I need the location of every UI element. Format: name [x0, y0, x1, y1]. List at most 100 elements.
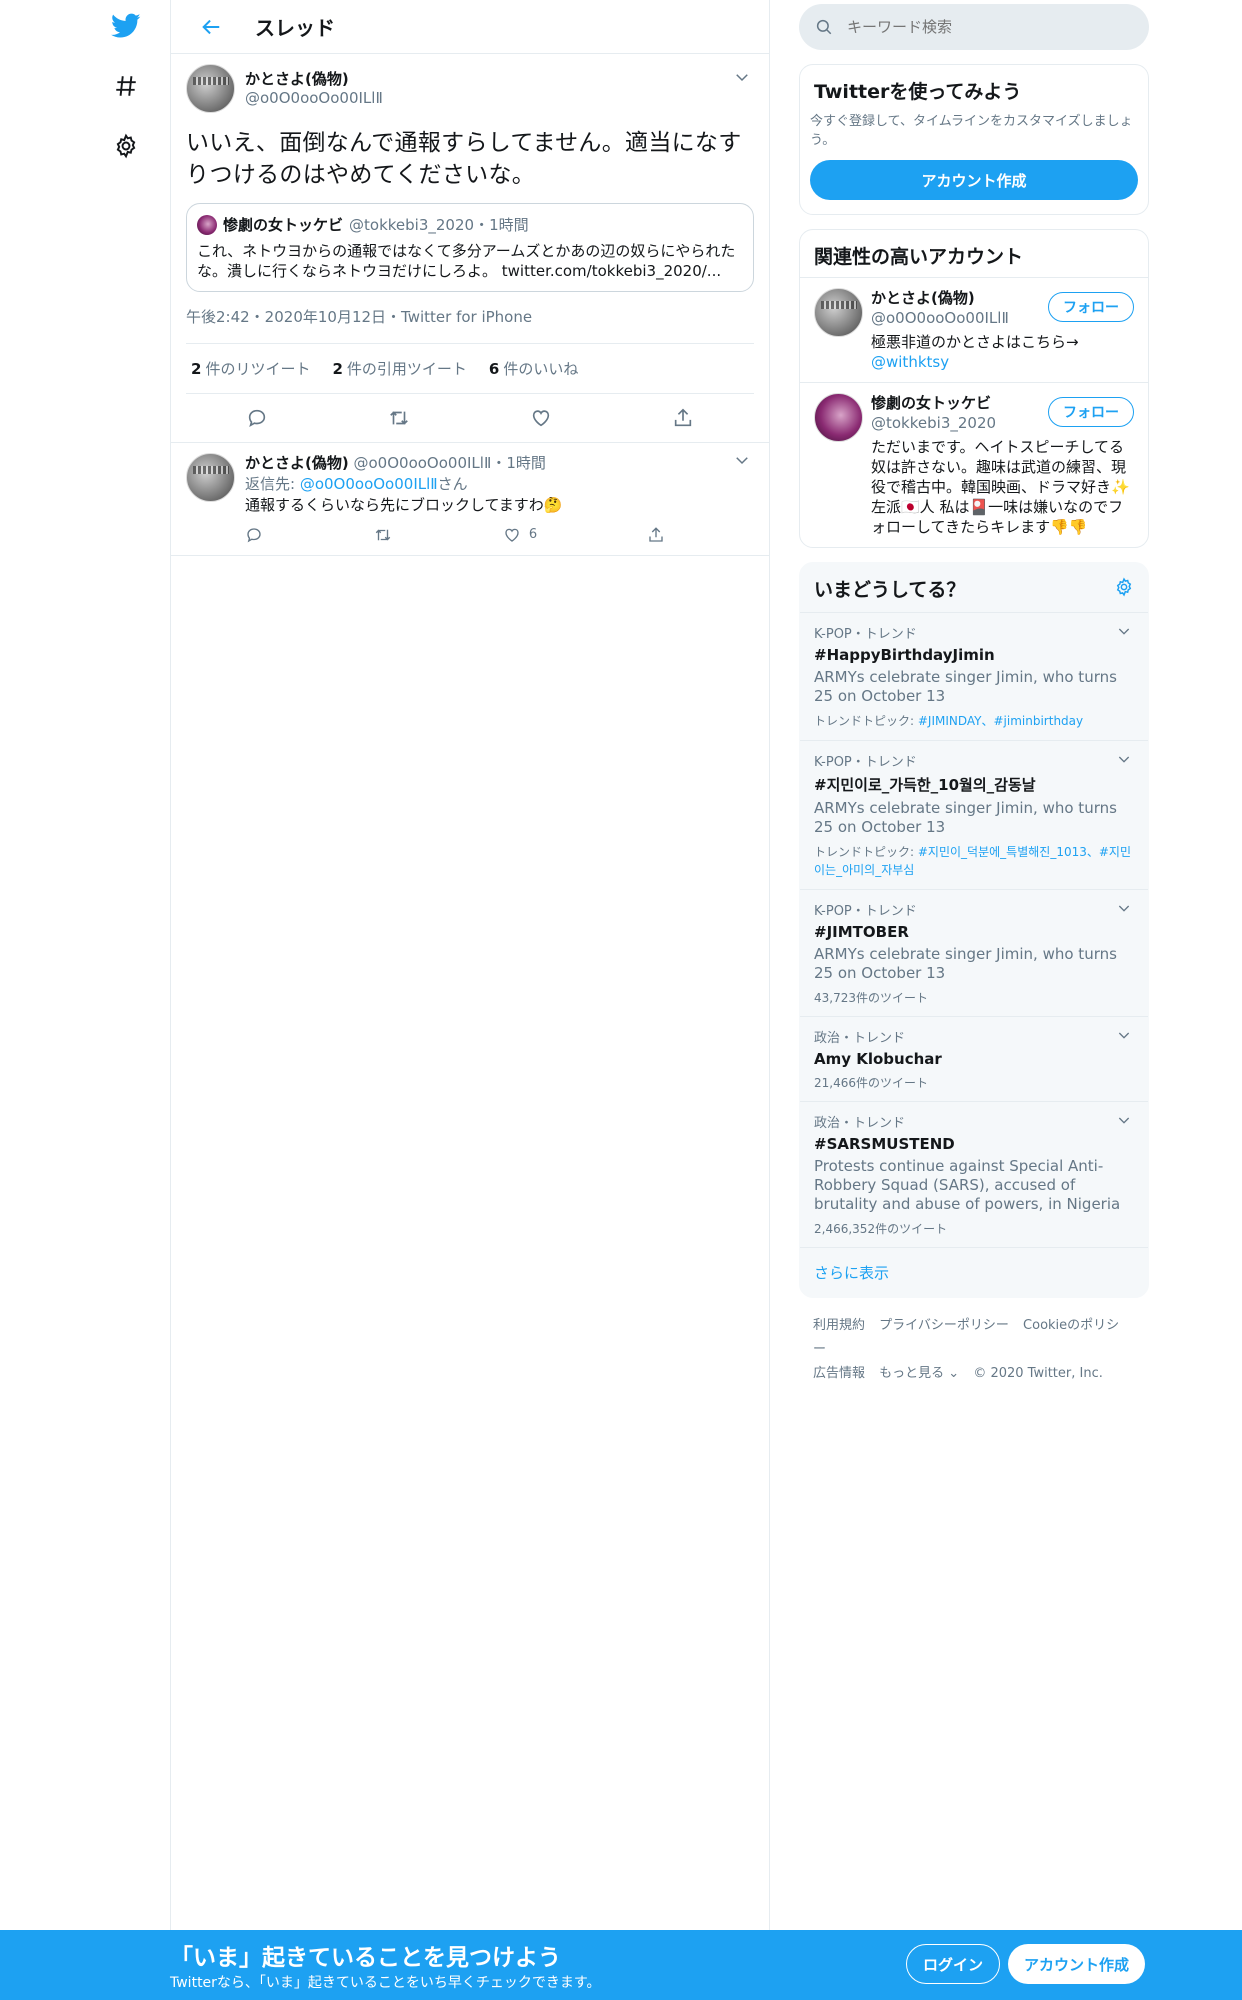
twitter-logo-icon[interactable] [106, 6, 146, 46]
share-icon[interactable] [663, 398, 703, 438]
footer-link[interactable]: プライバシーポリシー [879, 1318, 1009, 1333]
reply-to-handle[interactable]: @o0O0ooOo00ILlⅡ [300, 475, 438, 493]
follow-button[interactable]: フォロー [1048, 397, 1134, 427]
create-account-button[interactable]: アカウント作成 [810, 160, 1138, 200]
reply-time[interactable]: ・1時間 [491, 454, 546, 472]
reply-actions: 6 [245, 524, 665, 545]
trend-count: 21,466件のツイート [814, 1076, 928, 1090]
trend-item[interactable]: K-POP・トレンド #HappyBirthdayJimin ARMYs cel… [800, 613, 1148, 741]
signup-banner: 「いま」起きていることを見つけよう Twitterなら、「いま」起きていることを… [0, 1930, 1242, 2000]
chevron-down-icon[interactable] [1116, 1112, 1134, 1130]
quote-time: ・1時間 [474, 216, 529, 234]
stat-retweets[interactable]: 2 件のリツイート [191, 358, 310, 379]
back-arrow-icon[interactable] [191, 7, 231, 47]
search-bar[interactable] [799, 4, 1149, 50]
author-handle[interactable]: @o0O0ooOo00ILlⅡ [245, 89, 383, 107]
trend-desc: Protests continue against Special Anti-R… [814, 1157, 1121, 1213]
trend-item[interactable]: 政治・トレンド Amy Klobuchar 21,466件のツイート [800, 1017, 1148, 1102]
trend-topics: トレンドトピック: #JIMINDAY、#jiminbirthday [814, 714, 1084, 728]
tweet-timestamp[interactable]: 午後2:42・2020年10月12日・Twitter for iPhone [186, 306, 754, 344]
signup-desc: 今すぐ登録して、タイムラインをカスタマイズしましょう。 [810, 114, 1133, 148]
search-icon [816, 19, 832, 35]
quote-author-name: 惨劇の女トッケビ [223, 216, 344, 234]
trend-desc: ARMYs celebrate singer Jimin, who turns … [814, 799, 1117, 836]
hashtag-icon[interactable] [106, 66, 146, 106]
right-sidebar: Twitterを使ってみよう 今すぐ登録して、タイムラインをカスタマイズしましょ… [799, 0, 1149, 1386]
account-item[interactable]: 惨劇の女トッケビ @tokkebi3_2020 ただいまです。ヘイトスピーチして… [800, 382, 1148, 547]
retweet-icon[interactable] [373, 524, 393, 545]
bio-link[interactable]: @withktsy [871, 353, 949, 371]
reply-icon[interactable] [237, 398, 277, 438]
gear-icon[interactable] [1114, 576, 1134, 601]
trend-topics: トレンドトピック: #지민이_덕분에_특별해진_1013、#지민이는_아미의_자… [814, 845, 1131, 877]
chevron-down-icon[interactable] [1116, 623, 1134, 641]
related-accounts-card: 関連性の高いアカウント かとさよ(偽物) @o0O0ooOo00ILlⅡ 極悪非… [799, 229, 1149, 548]
show-more-link[interactable]: さらに表示 [800, 1248, 1148, 1297]
tweet-actions [186, 394, 754, 442]
stat-quotes[interactable]: 2 件の引用ツイート [332, 358, 466, 379]
trend-context: K-POP・トレンド [814, 627, 917, 642]
like-button[interactable]: 6 [503, 524, 537, 545]
like-icon[interactable] [521, 398, 561, 438]
footer-link[interactable]: 利用規約 [813, 1318, 865, 1333]
trend-name: #지민이로_가득한_10월의_감동날 [814, 776, 1036, 794]
trend-context: 政治・トレンド [814, 1116, 906, 1131]
trends-title: いまどうしてる？ [814, 579, 966, 601]
avatar [197, 214, 217, 235]
banner-subtitle: Twitterなら、「いま」起きていることをいち早くチェックできます。 [170, 1975, 601, 1991]
reply-text: 通報するくらいなら先にブロックしてますわ🤔 [245, 496, 563, 514]
reply-author-name[interactable]: かとさよ(偽物) [245, 454, 349, 472]
tweet-text: いいえ、面倒なんで通報すらしてません。適当になすりつけるのはやめてくださいな。 [186, 130, 742, 188]
search-input[interactable] [847, 18, 1107, 36]
trends-card: いまどうしてる？ K-POP・トレンド #HappyBirthdayJimin … [799, 562, 1149, 1298]
avatar[interactable] [814, 288, 863, 337]
copyright: © 2020 Twitter, Inc. [973, 1366, 1103, 1381]
signup-title: Twitterを使ってみよう [814, 81, 1022, 103]
retweet-icon[interactable] [379, 398, 419, 438]
reply-to-suffix: さん [437, 475, 468, 493]
footer-link[interactable]: もっと見る ⌄ [879, 1366, 959, 1381]
main-tweet: かとさよ(偽物) @o0O0ooOo00ILlⅡ いいえ、面倒なんで通報すらして… [171, 54, 769, 442]
reply-tweet[interactable]: かとさよ(偽物) @o0O0ooOo00ILlⅡ・1時間 返信先: @o0O0o… [171, 442, 769, 556]
chevron-down-icon[interactable] [733, 68, 753, 88]
author-name[interactable]: かとさよ(偽物) [245, 68, 383, 89]
avatar[interactable] [186, 64, 235, 113]
trend-desc: ARMYs celebrate singer Jimin, who turns … [814, 668, 1117, 705]
trend-item[interactable]: K-POP・トレンド #지민이로_가득한_10월의_감동날 ARMYs cele… [800, 741, 1148, 890]
signup-button[interactable]: アカウント作成 [1008, 1944, 1146, 1984]
chevron-down-icon[interactable] [1116, 900, 1134, 918]
chevron-down-icon[interactable] [733, 451, 753, 471]
banner-title: 「いま」起きていることを見つけよう [170, 1945, 561, 1971]
page-title: スレッド [255, 16, 335, 40]
trend-context: K-POP・トレンド [814, 904, 917, 919]
trend-desc: ARMYs celebrate singer Jimin, who turns … [814, 945, 1117, 982]
follow-button[interactable]: フォロー [1048, 292, 1134, 322]
gear-icon[interactable] [106, 126, 146, 166]
footer-links: 利用規約 プライバシーポリシー Cookieのポリシー 広告情報 もっと見る ⌄… [799, 1314, 1149, 1386]
trend-context: 政治・トレンド [814, 1031, 906, 1046]
trend-context: K-POP・トレンド [814, 755, 917, 770]
quote-text: これ、ネトウヨからの通報ではなくて多分アームズとかあの辺の奴らにやられたな。潰し… [197, 242, 736, 280]
quote-author-handle: @tokkebi3_2020 [349, 215, 475, 234]
share-icon[interactable] [647, 524, 665, 545]
avatar[interactable] [814, 393, 863, 442]
thread-header: スレッド [171, 0, 769, 54]
reply-icon[interactable] [245, 524, 263, 545]
reply-author-handle[interactable]: @o0O0ooOo00ILlⅡ [354, 454, 492, 472]
login-button[interactable]: ログイン [906, 1944, 1001, 1984]
chevron-down-icon[interactable] [1116, 751, 1134, 769]
stat-likes[interactable]: 6 件のいいね [489, 358, 578, 379]
related-title: 関連性の高いアカウント [814, 246, 1024, 268]
trend-item[interactable]: 政治・トレンド #SARSMUSTEND Protests continue a… [800, 1102, 1148, 1248]
tweet-author[interactable]: かとさよ(偽物) @o0O0ooOo00ILlⅡ [186, 64, 754, 113]
avatar[interactable] [186, 453, 235, 502]
left-nav [0, 0, 170, 2000]
trend-item[interactable]: K-POP・トレンド #JIMTOBER ARMYs celebrate sin… [800, 890, 1148, 1017]
footer-link[interactable]: 広告情報 [813, 1366, 865, 1381]
trend-name: Amy Klobuchar [814, 1050, 942, 1068]
account-item[interactable]: かとさよ(偽物) @o0O0ooOo00ILlⅡ 極悪非道のかとさよはこちら→ @… [800, 277, 1148, 382]
trend-count: 43,723件のツイート [814, 991, 928, 1005]
chevron-down-icon[interactable] [1116, 1027, 1134, 1045]
quoted-tweet[interactable]: 惨劇の女トッケビ @tokkebi3_2020 ・1時間 これ、ネトウヨからの通… [186, 203, 754, 292]
reply-to-prefix: 返信先: [245, 475, 300, 493]
